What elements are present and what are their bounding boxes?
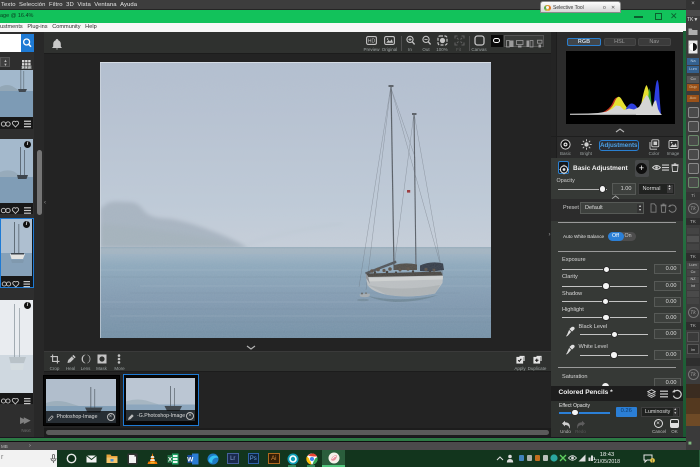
svg-text:HD: HD [368, 38, 376, 44]
svg-text:X: X [168, 456, 173, 463]
svg-text:W: W [187, 456, 194, 463]
